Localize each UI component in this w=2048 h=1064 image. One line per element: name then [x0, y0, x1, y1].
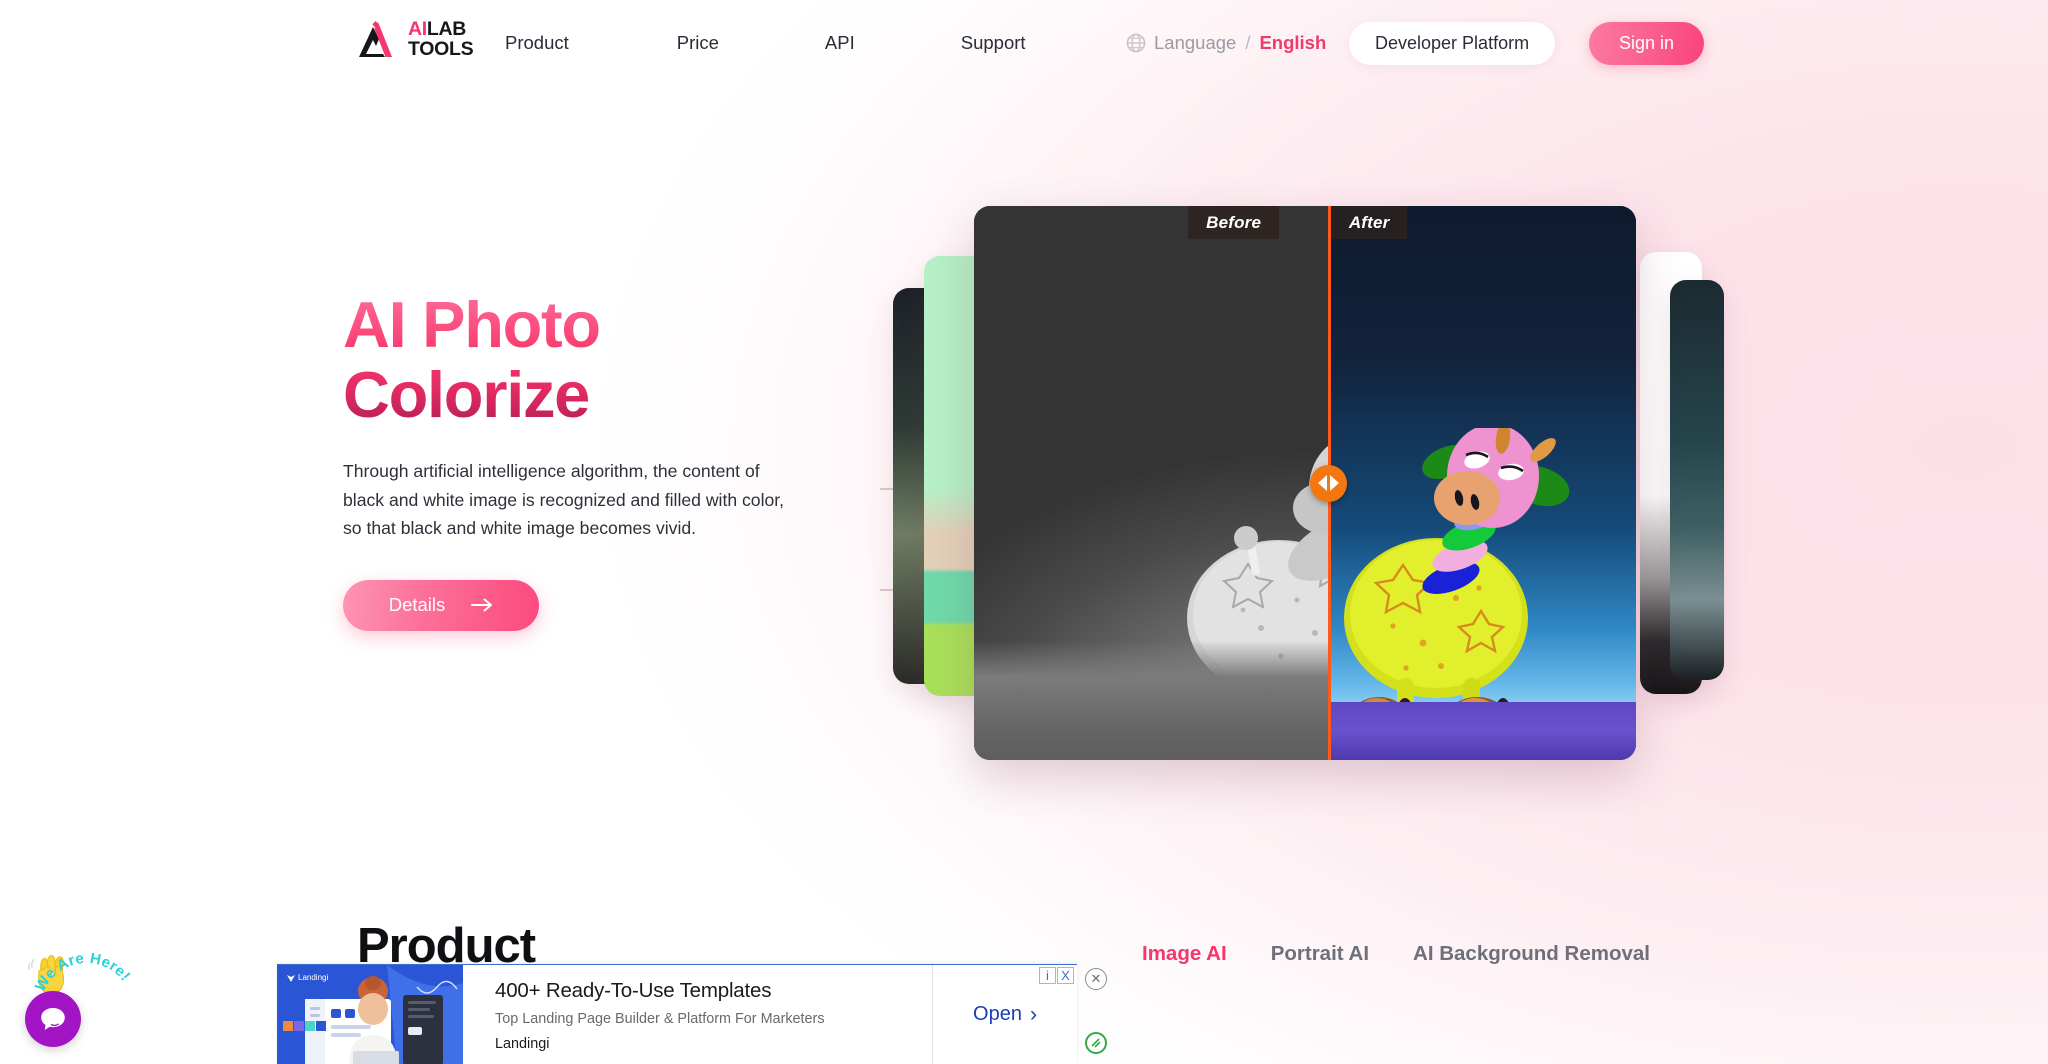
chat-bubble-icon [41, 1008, 65, 1030]
nav-item-api[interactable]: API [825, 24, 855, 62]
nav-item-price[interactable]: Price [677, 24, 719, 62]
arrow-left-icon [1317, 475, 1327, 491]
tab-image-ai[interactable]: Image AI [1142, 942, 1227, 966]
svg-text:We Are Here!: We Are Here! [32, 950, 134, 994]
site-header: AILAB TOOLS Product Price API Support La… [0, 0, 2048, 86]
adchoices-glyph [1091, 1038, 1101, 1048]
language-value[interactable]: English [1259, 32, 1326, 54]
logo[interactable]: AILAB TOOLS [352, 18, 474, 61]
comparison-slider-handle[interactable] [1309, 464, 1347, 502]
mountain-a-logo-icon [359, 21, 392, 57]
before-after-comparison[interactable]: Before After [974, 206, 1636, 760]
chat-button[interactable] [25, 991, 81, 1047]
hero-carousel: Before After [880, 200, 1760, 820]
before-label: Before [1188, 206, 1280, 239]
we-are-here-text: We Are Here! [32, 950, 133, 994]
ad-banner[interactable]: Landingi 400+ Ready-To-Use Templates Top… [277, 964, 1077, 1064]
details-button[interactable]: Details [343, 579, 539, 631]
sign-in-button[interactable]: Sign in [1589, 22, 1705, 65]
ad-body: 400+ Ready-To-Use Templates Top Landing … [463, 965, 1077, 1064]
svg-text:Landingi: Landingi [298, 973, 328, 982]
hero-description: Through artificial intelligence algorith… [343, 461, 785, 539]
ad-open-label: Open [973, 1003, 1022, 1025]
ad-thumbnail[interactable]: Landingi [277, 965, 463, 1064]
arrow-right-icon [471, 598, 493, 612]
logo-lab-text: LAB [426, 18, 467, 41]
logo-text: AILAB TOOLS [408, 18, 474, 60]
page-root: AILAB TOOLS Product Price API Support La… [0, 0, 2048, 1064]
waving-hand-icon [28, 955, 65, 995]
globe-icon [1126, 33, 1146, 53]
details-button-label: Details [388, 594, 446, 616]
logo-line-2: TOOLS [408, 38, 474, 60]
chat-widget: We Are Here! [20, 939, 140, 1059]
tab-portrait-ai[interactable]: Portrait AI [1271, 942, 1369, 966]
chevron-right-icon: › [1029, 1003, 1037, 1026]
ad-info-icon[interactable]: i [1039, 967, 1056, 984]
logo-ai-text: AI [408, 18, 427, 41]
ad-dismiss-icon[interactable]: X [1057, 967, 1074, 984]
developer-platform-button[interactable]: Developer Platform [1349, 22, 1556, 65]
after-image [1328, 206, 1636, 760]
ad-thumbnail-image: Landingi [277, 965, 463, 1064]
page-title: AI Photo Colorize [343, 289, 763, 430]
language-selector[interactable]: Language / English [1126, 0, 1326, 86]
product-tabs: Image AI Portrait AI AI Background Remov… [1142, 942, 1650, 966]
language-label: Language [1154, 32, 1237, 53]
carousel-card-far-right[interactable] [1670, 280, 1724, 680]
after-label: After [1330, 206, 1408, 239]
toy-giraffe-colorized [1344, 428, 1570, 758]
main-nav: Product Price API Support [505, 0, 1026, 86]
nav-item-product[interactable]: Product [505, 24, 569, 62]
adchoices-icon[interactable] [1085, 1032, 1107, 1054]
language-separator: / [1245, 32, 1251, 53]
hero-left-column: AI Photo Colorize Through artificial int… [343, 289, 813, 631]
tab-ai-background-removal[interactable]: AI Background Removal [1413, 942, 1650, 966]
ad-controls: i X [1039, 967, 1074, 984]
nav-item-support[interactable]: Support [961, 24, 1026, 62]
close-circle-icon[interactable]: ✕ [1085, 968, 1107, 990]
arrow-right-icon [1329, 475, 1339, 491]
